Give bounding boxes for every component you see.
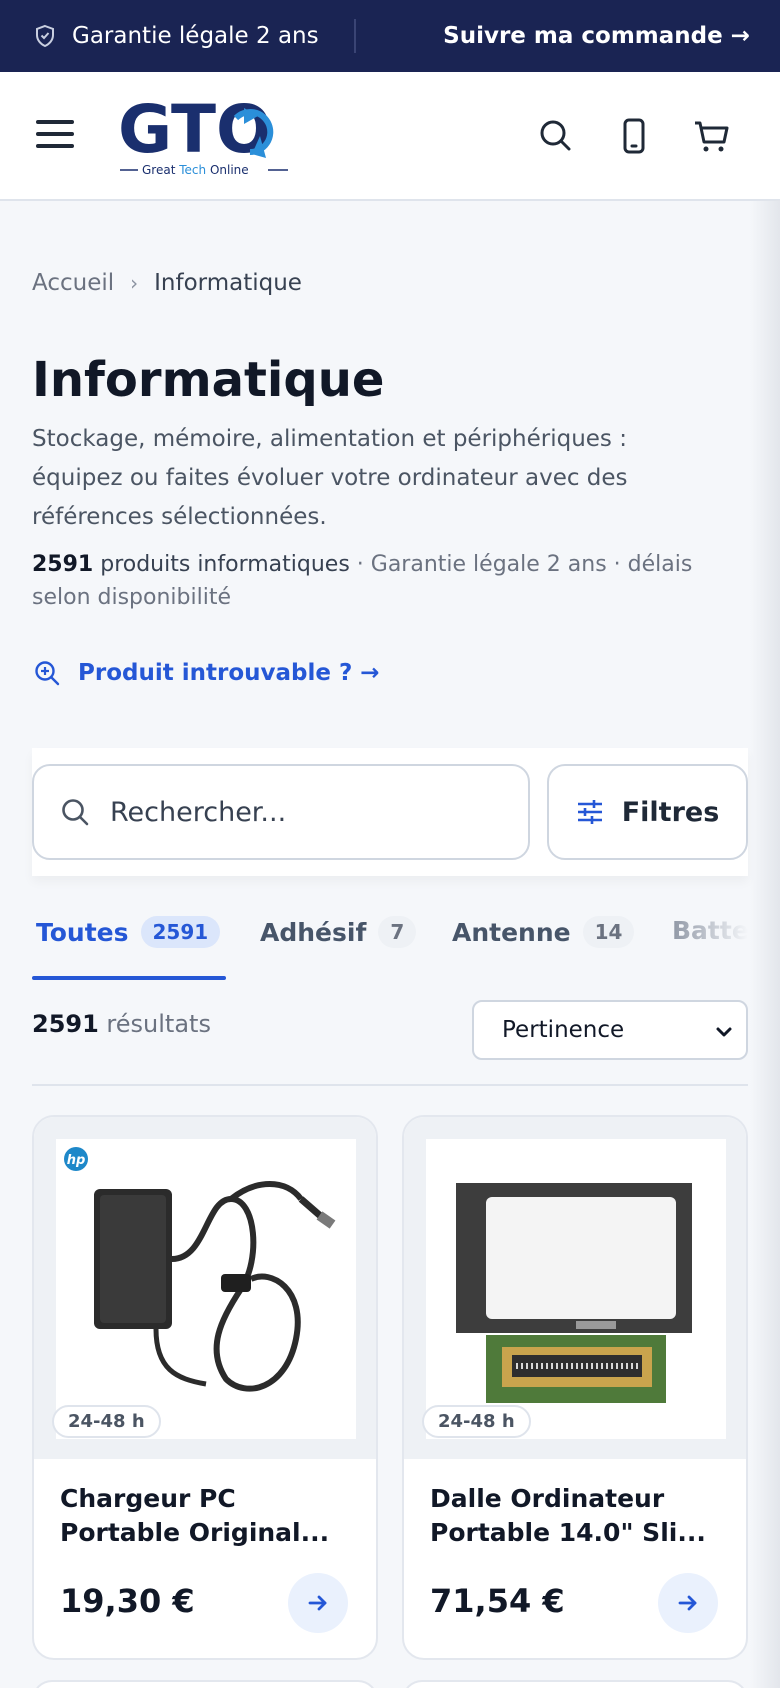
tab-count: 7: [378, 916, 417, 948]
results-number: 2591: [32, 1010, 99, 1038]
site-header: GTO Great Tech Online: [0, 72, 780, 201]
laptop-screen-image: [426, 1139, 726, 1439]
results-label: résultats: [98, 1010, 211, 1038]
product-card-next[interactable]: [32, 1680, 378, 1688]
view-product-button[interactable]: [658, 1573, 718, 1633]
filters-button[interactable]: Filtres: [547, 764, 748, 860]
scroll-edge-shadow: [750, 200, 780, 1688]
search-icon: [62, 799, 89, 826]
product-name[interactable]: Chargeur PC Portable Original...: [60, 1482, 360, 1550]
sort-select[interactable]: Pertinence: [472, 1000, 748, 1060]
track-order-link[interactable]: Suivre ma commande →: [443, 0, 750, 72]
gto-logo[interactable]: GTO Great Tech Online: [118, 94, 298, 184]
tab-batterie[interactable]: Batterie: [672, 916, 748, 945]
guarantee-info: Garantie légale 2 ans: [34, 23, 319, 49]
product-not-found-link[interactable]: Produit introuvable ? →: [34, 660, 380, 686]
tab-label: Antenne: [452, 917, 571, 947]
product-name-line-2: Portable 14.0" Sli...: [430, 1518, 706, 1547]
page-description: Stockage, mémoire, alimentation et périp…: [32, 426, 628, 530]
svg-text:Great Tech Online: Great Tech Online: [142, 163, 249, 177]
delivery-badge: 24-48 h: [52, 1405, 161, 1438]
product-name-line-1: Chargeur PC: [60, 1484, 236, 1513]
results-divider: [32, 1084, 748, 1086]
arrow-right-icon: [678, 1595, 697, 1611]
charger-image: hp: [56, 1139, 356, 1439]
product-card[interactable]: hp 24-48 h Chargeur PC Portable Original…: [32, 1115, 378, 1660]
cart-icon[interactable]: [692, 116, 732, 156]
svg-text:GTO: GTO: [118, 94, 272, 168]
sliders-icon: [577, 800, 602, 824]
chevron-right-icon: ›: [130, 271, 139, 295]
zoom-in-icon: [35, 661, 60, 686]
tab-count: 14: [582, 916, 635, 948]
chevron-down-icon: [716, 1027, 732, 1037]
tab-toutes[interactable]: Toutes 2591: [36, 916, 221, 948]
product-card[interactable]: 24-48 h Dalle Ordinateur Portable 14.0" …: [402, 1115, 748, 1660]
product-not-found-label: Produit introuvable ? →: [78, 660, 380, 686]
tab-count: 2591: [140, 916, 221, 948]
delivery-badge: 24-48 h: [422, 1405, 531, 1438]
phone-icon[interactable]: [614, 116, 654, 156]
breadcrumb-home[interactable]: Accueil: [32, 270, 114, 296]
svg-text:hp: hp: [67, 1153, 86, 1168]
category-tabs: Toutes 2591 Adhésif 7 Antenne 14 Batteri…: [32, 900, 748, 980]
search-input[interactable]: [110, 796, 490, 828]
product-card-next[interactable]: [402, 1680, 748, 1688]
stats-label: produits informatiques: [93, 552, 350, 577]
breadcrumb: Accueil › Informatique: [32, 270, 302, 296]
tab-label: Batterie: [672, 916, 748, 945]
guarantee-text: Garantie légale 2 ans: [72, 23, 319, 49]
catalog-stats: 2591 produits informatiques · Garantie l…: [32, 548, 732, 614]
search-box[interactable]: [32, 764, 530, 860]
view-product-button[interactable]: [288, 1573, 348, 1633]
topbar-divider: [354, 19, 356, 53]
shield-check-icon: [36, 24, 54, 48]
page-title: Informatique: [32, 352, 385, 408]
arrow-right-icon: [308, 1595, 327, 1611]
search-filter-bar: Filtres: [32, 748, 748, 876]
filters-label: Filtres: [621, 796, 720, 828]
product-name[interactable]: Dalle Ordinateur Portable 14.0" Sli...: [430, 1482, 730, 1550]
results-count: 2591 résultats: [32, 1010, 211, 1038]
active-tab-indicator: [32, 976, 226, 980]
tab-label: Toutes: [36, 917, 129, 947]
tab-adhesif[interactable]: Adhésif 7: [260, 916, 417, 948]
tab-label: Adhésif: [260, 917, 367, 947]
menu-icon[interactable]: [36, 120, 74, 150]
product-price: 71,54 €: [430, 1582, 565, 1620]
top-bar: Garantie légale 2 ans Suivre ma commande…: [0, 0, 780, 72]
sort-selected: Pertinence: [502, 1017, 625, 1043]
product-name-line-2: Portable Original...: [60, 1518, 330, 1547]
search-icon[interactable]: [536, 116, 576, 156]
product-name-line-1: Dalle Ordinateur: [430, 1484, 665, 1513]
breadcrumb-current: Informatique: [154, 270, 302, 296]
stats-count: 2591: [32, 552, 94, 577]
tab-antenne[interactable]: Antenne 14: [452, 916, 635, 948]
product-price: 19,30 €: [60, 1582, 195, 1620]
